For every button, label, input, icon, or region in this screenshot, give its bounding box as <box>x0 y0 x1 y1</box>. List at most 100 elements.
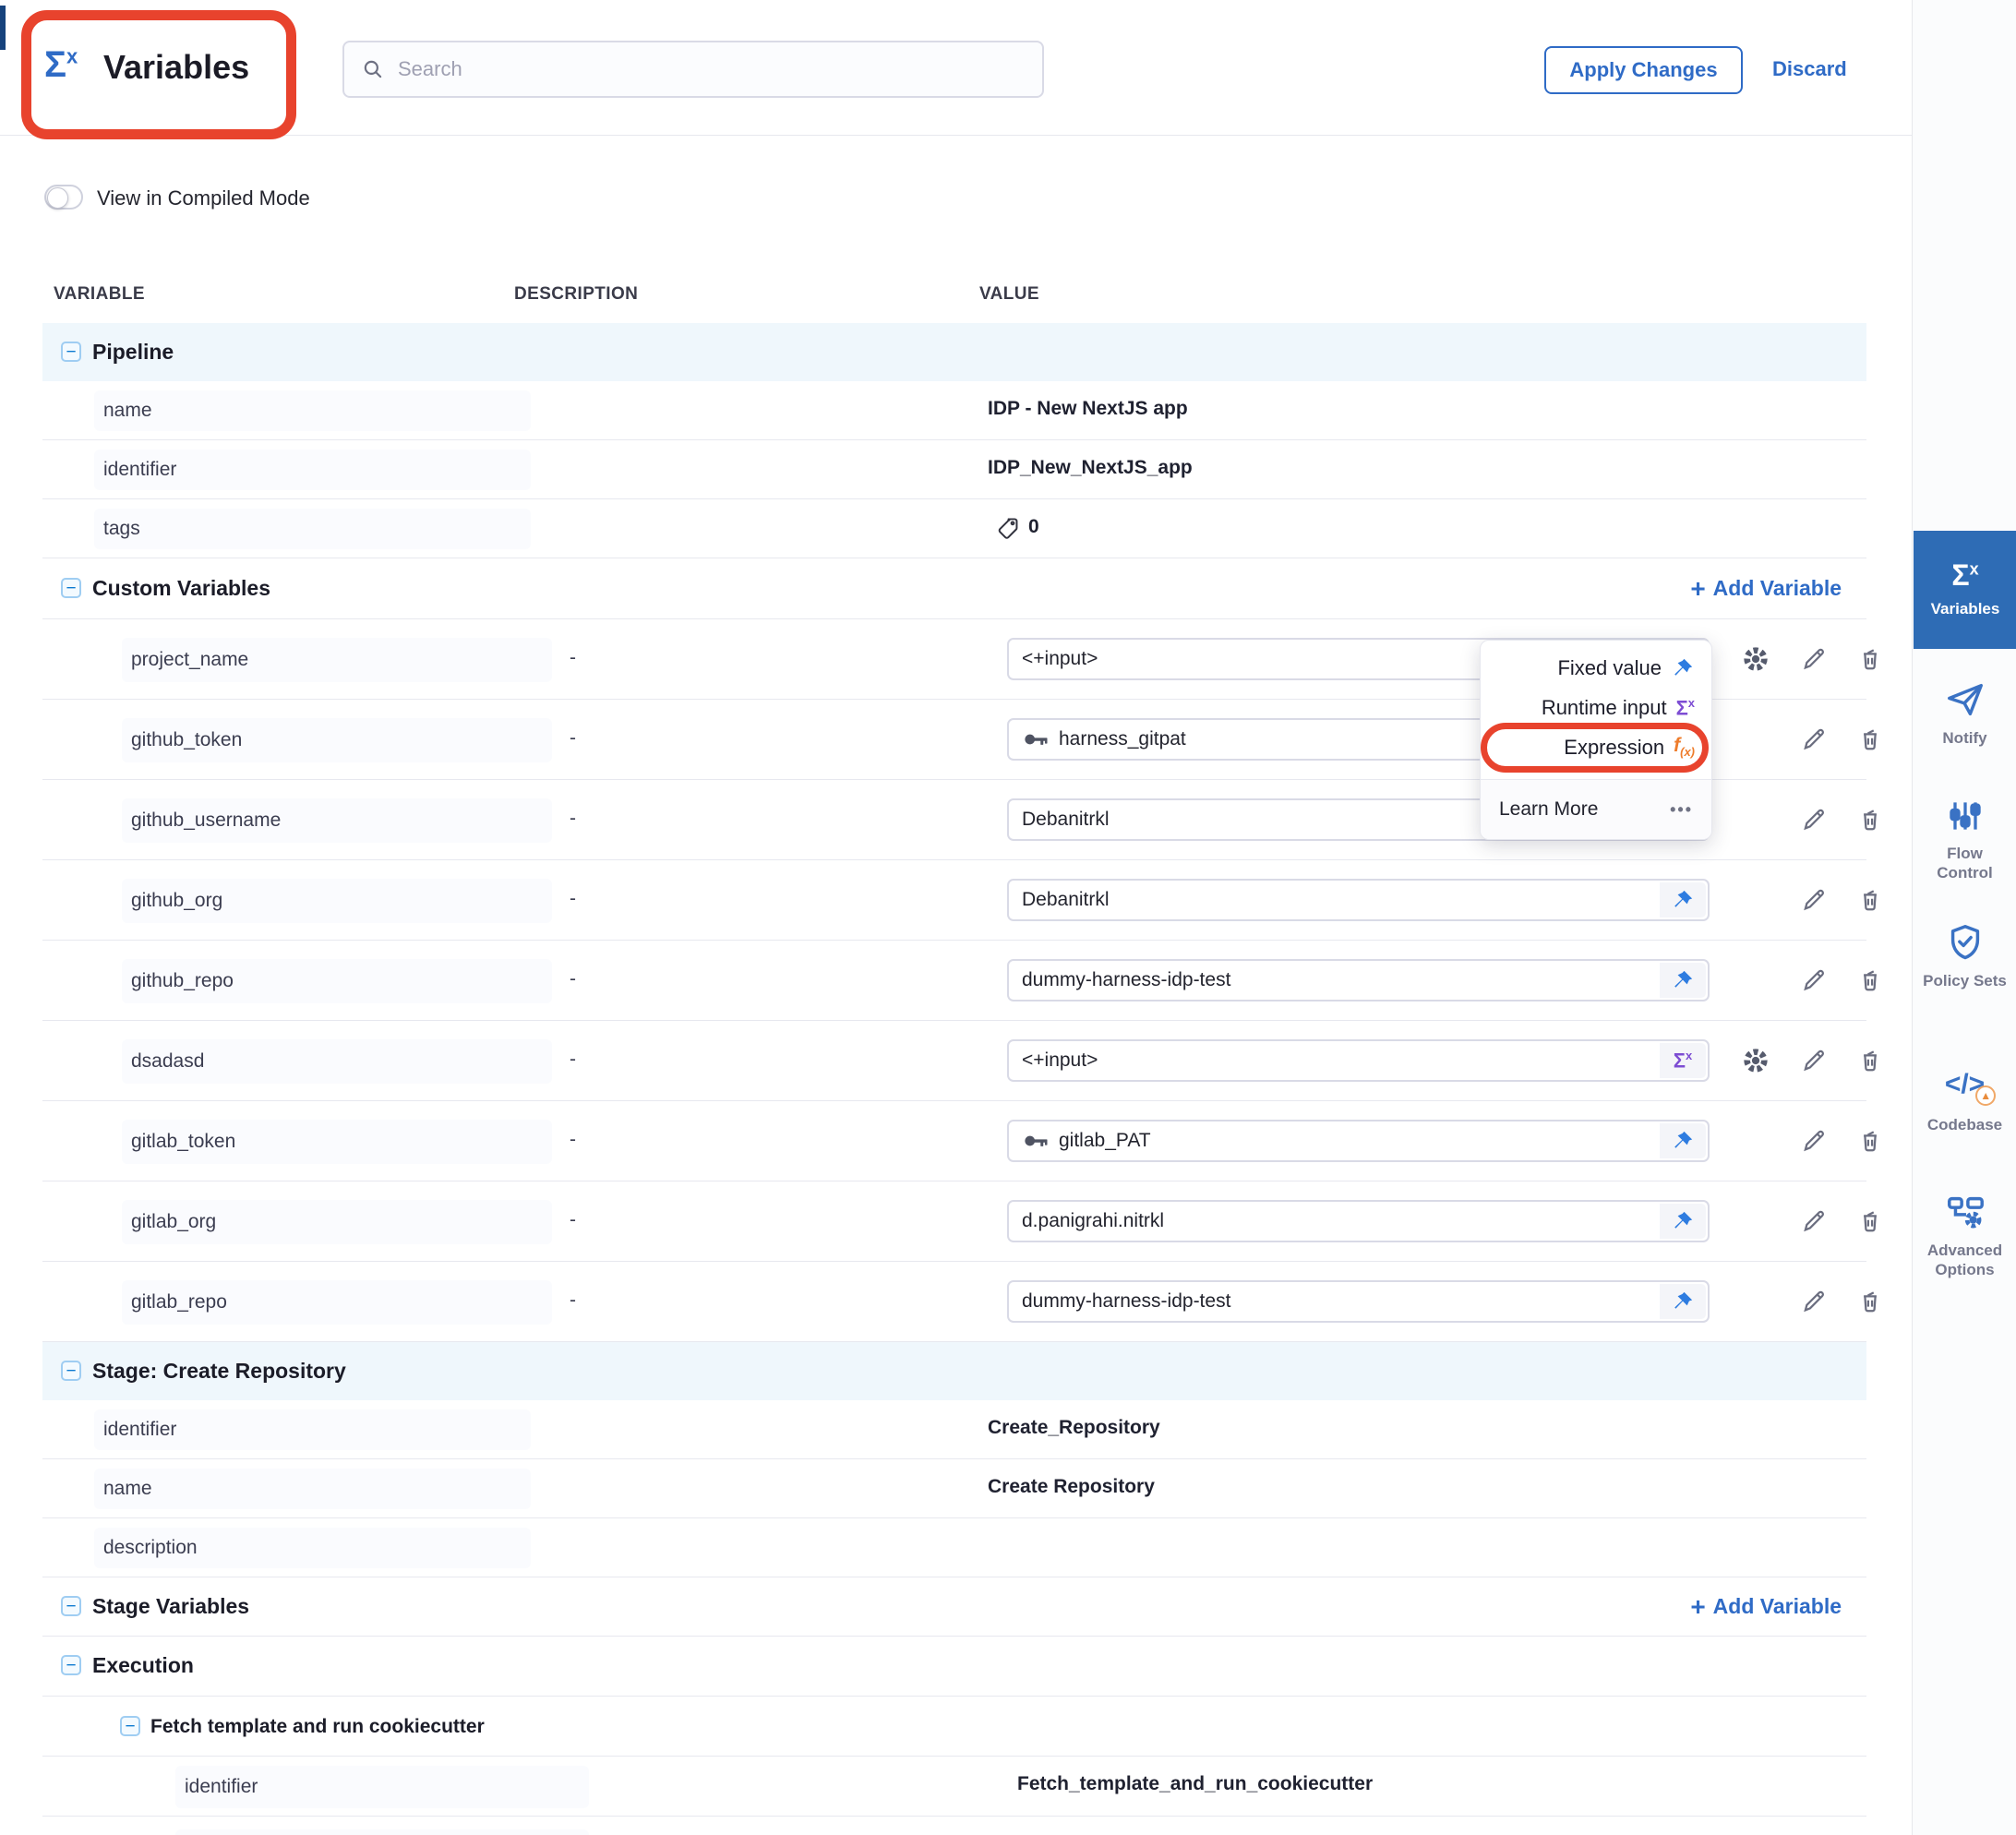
delete-trash-icon[interactable] <box>1855 725 1885 754</box>
edit-pencil-icon[interactable] <box>1798 1046 1828 1075</box>
row-value: Create_Repository <box>988 1417 1160 1439</box>
section-step: − Fetch template and run cookiecutter <box>42 1697 1866 1757</box>
section-title: Stage Variables <box>92 1594 249 1619</box>
annotation-expression-oval <box>1481 723 1709 773</box>
nav-edge-sliver <box>0 6 6 50</box>
pin-icon <box>1671 656 1695 680</box>
row-label-box: gitlab_repo <box>122 1280 552 1325</box>
sidebar-item-codebase[interactable]: </>▲ Codebase <box>1913 1071 2016 1134</box>
row-label-box: name <box>94 1469 531 1509</box>
variables-panel: Σx Variables Apply Changes Discard View … <box>0 0 2016 1835</box>
edit-pencil-icon[interactable] <box>1798 885 1828 915</box>
row-label-box: github_username <box>122 798 552 843</box>
menu-item-runtime-input[interactable]: Runtime input Σx <box>1481 688 1711 727</box>
collapse-icon[interactable]: − <box>61 1361 81 1381</box>
section-execution: − Execution <box>42 1637 1866 1697</box>
runtime-input-chip[interactable]: Σx <box>1660 1043 1706 1078</box>
row-value: IDP - New NextJS app <box>988 398 1188 420</box>
row-label-box: name <box>94 390 531 431</box>
edit-pencil-icon[interactable] <box>1798 965 1828 995</box>
search-input[interactable] <box>396 56 1026 82</box>
header-divider <box>0 135 1913 136</box>
edit-pencil-icon[interactable] <box>1798 1287 1828 1316</box>
learn-more-link[interactable]: Learn More <box>1499 798 1598 821</box>
collapse-icon[interactable]: − <box>120 1716 140 1736</box>
search-box[interactable] <box>342 41 1044 98</box>
delete-trash-icon[interactable] <box>1855 885 1885 915</box>
collapse-icon[interactable]: − <box>61 1655 81 1675</box>
key-icon <box>1022 1127 1050 1155</box>
row-label-box: gitlab_token <box>122 1120 552 1164</box>
col-description: DESCRIPTION <box>514 284 638 305</box>
sidebar-item-variables[interactable]: Σx Variables <box>1914 531 2016 649</box>
value-input[interactable]: dummy-harness-idp-test <box>1007 959 1710 1001</box>
toggle-knob <box>47 187 68 209</box>
table-header-row: VARIABLE DESCRIPTION VALUE <box>42 268 1866 323</box>
row-label-box: github_org <box>122 879 552 923</box>
tags-count: 0 <box>1028 516 1039 538</box>
value-input[interactable]: d.panigrahi.nitrkl <box>1007 1200 1710 1242</box>
row-label-box: identifier <box>94 450 531 490</box>
pin-chip[interactable] <box>1660 963 1706 998</box>
discard-link[interactable]: Discard <box>1772 57 1847 81</box>
add-variable-button[interactable]: + Add Variable <box>1690 1577 1842 1636</box>
delete-trash-icon[interactable] <box>1855 1046 1885 1075</box>
table-row: github_repo - dummy-harness-idp-test <box>42 941 1866 1021</box>
section-custom-variables: − Custom Variables + Add Variable <box>42 558 1866 619</box>
search-icon <box>361 57 385 81</box>
sidebar-item-flow-control[interactable]: Flow Control <box>1913 796 2016 883</box>
edit-pencil-icon[interactable] <box>1798 1126 1828 1156</box>
table-row: description <box>42 1518 1866 1577</box>
pin-chip[interactable] <box>1660 1204 1706 1239</box>
delete-trash-icon[interactable] <box>1855 644 1885 674</box>
edit-pencil-icon[interactable] <box>1798 1206 1828 1236</box>
settings-gear-icon[interactable] <box>1741 1046 1770 1075</box>
sigma-icon: Σx <box>1951 560 1978 590</box>
edit-pencil-icon[interactable] <box>1798 805 1828 834</box>
value-input[interactable]: Debanitrkl <box>1007 879 1710 921</box>
menu-item-fixed-value[interactable]: Fixed value <box>1481 648 1711 688</box>
delete-trash-icon[interactable] <box>1855 965 1885 995</box>
table-row: gitlab_repo - dummy-harness-idp-test <box>42 1262 1866 1342</box>
edit-pencil-icon[interactable] <box>1798 644 1828 674</box>
plus-icon: + <box>1690 576 1705 602</box>
paper-plane-icon <box>1944 678 1986 721</box>
sidebar-item-policy-sets[interactable]: Policy Sets <box>1913 921 2016 990</box>
pin-chip[interactable] <box>1660 1123 1706 1158</box>
delete-trash-icon[interactable] <box>1855 1287 1885 1316</box>
add-variable-button[interactable]: + Add Variable <box>1690 558 1842 618</box>
row-label-box: identifier <box>175 1766 589 1808</box>
more-options-icon[interactable]: ••• <box>1670 800 1693 820</box>
pin-chip[interactable] <box>1660 882 1706 918</box>
table-row: gitlab_org - d.panigrahi.nitrkl <box>42 1181 1866 1262</box>
delete-trash-icon[interactable] <box>1855 1126 1885 1156</box>
delete-trash-icon[interactable] <box>1855 805 1885 834</box>
settings-gear-icon[interactable] <box>1741 644 1770 674</box>
sliders-icon <box>1945 796 1986 836</box>
edit-pencil-icon[interactable] <box>1798 725 1828 754</box>
runtime-input-icon: Σx <box>1676 697 1695 718</box>
section-stage: − Stage: Create Repository <box>42 1342 1866 1400</box>
table-row: dsadasd - <+input> Σx <box>42 1021 1866 1101</box>
secret-value-input[interactable]: gitlab_PAT <box>1007 1120 1710 1162</box>
sidebar-item-notify[interactable]: Notify <box>1913 678 2016 748</box>
delete-trash-icon[interactable] <box>1855 1206 1885 1236</box>
section-title: Stage: Create Repository <box>92 1359 346 1384</box>
apply-changes-button[interactable]: Apply Changes <box>1544 46 1743 94</box>
pin-chip[interactable] <box>1660 1284 1706 1319</box>
flowchart-gear-icon <box>1944 1191 1986 1233</box>
sidebar-item-advanced-options[interactable]: Advanced Options <box>1913 1191 2016 1280</box>
collapse-icon[interactable]: − <box>61 578 81 598</box>
collapse-icon[interactable]: − <box>61 342 81 362</box>
collapse-icon[interactable]: − <box>61 1596 81 1616</box>
row-label-box: project_name <box>122 638 552 682</box>
value-input[interactable]: <+input> Σx <box>1007 1039 1710 1082</box>
value-input[interactable]: dummy-harness-idp-test <box>1007 1280 1710 1323</box>
col-variable: VARIABLE <box>54 284 145 305</box>
row-label-box: gitlab_org <box>122 1200 552 1244</box>
table-row: name IDP - New NextJS app <box>42 381 1866 440</box>
table-row: name Create Repository <box>42 1459 1866 1518</box>
right-sidebar: Σx Variables Notify Flow Control Policy … <box>1912 0 2016 1835</box>
row-label-box: identifier <box>94 1409 531 1450</box>
compiled-mode-toggle[interactable] <box>44 185 83 210</box>
